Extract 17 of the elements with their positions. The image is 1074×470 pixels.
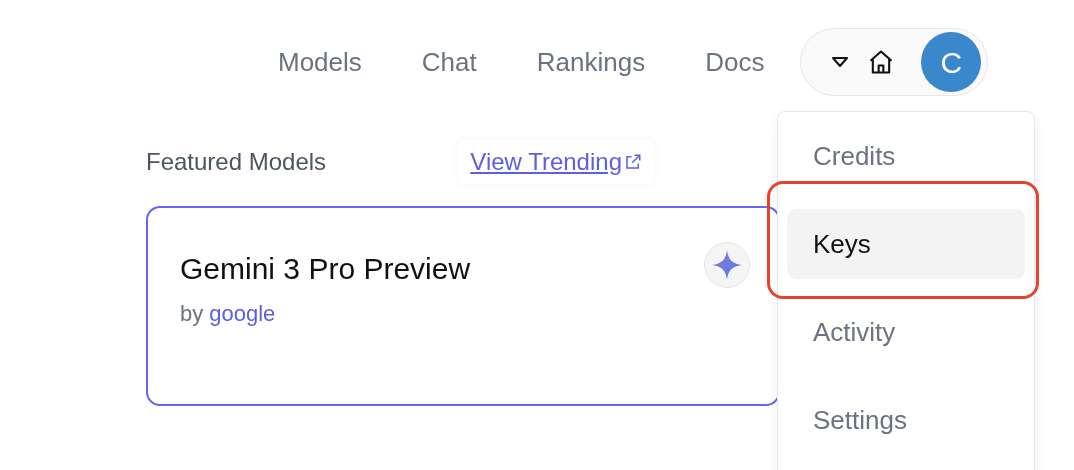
- external-link-icon: [624, 153, 642, 171]
- nav-link[interactable]: Models: [278, 42, 362, 82]
- by-label: by: [180, 300, 204, 328]
- author-link[interactable]: google: [209, 297, 276, 330]
- view-trending-link[interactable]: View Trending: [458, 140, 654, 184]
- nav-link[interactable]: Chat: [421, 42, 477, 82]
- avatar[interactable]: C: [921, 32, 982, 92]
- sparkle-icon: [704, 242, 750, 288]
- nav-link[interactable]: Docs: [705, 42, 765, 82]
- menu-item[interactable]: Activity: [787, 297, 1025, 367]
- nav-link[interactable]: Rankings: [536, 42, 646, 82]
- model-name: Gemini 3 Pro Preview: [180, 251, 471, 287]
- menu-item[interactable]: Credits: [787, 121, 1025, 191]
- menu-item[interactable]: Settings: [787, 385, 1025, 455]
- menu-item[interactable]: Keys: [787, 209, 1025, 279]
- section-title: Featured Models: [146, 147, 327, 177]
- caret-icon[interactable]: [831, 56, 850, 68]
